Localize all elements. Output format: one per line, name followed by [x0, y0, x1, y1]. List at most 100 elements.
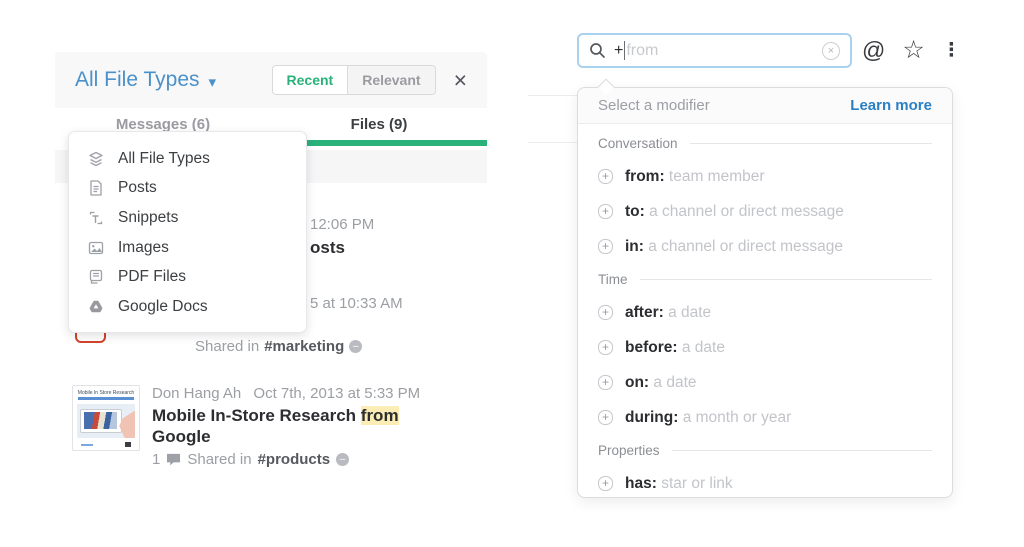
file-type-filter-label: All File Types: [75, 68, 200, 91]
section-label: Time: [598, 272, 628, 287]
unshare-icon[interactable]: –: [336, 453, 350, 466]
obscured-result-timestamp: 5 at 10:33 AM: [310, 295, 403, 312]
search-modifier-panel: Select a modifier Learn more Conversatio…: [577, 78, 953, 498]
modifier-panel-header: Select a modifier Learn more: [578, 88, 952, 124]
google-drive-icon: [89, 300, 103, 312]
snippet-icon: [89, 211, 103, 225]
result-author[interactable]: Don Hang Ah: [152, 385, 241, 402]
learn-more-link[interactable]: Learn more: [850, 97, 932, 114]
mentions-icon[interactable]: @: [862, 37, 885, 64]
menu-item-label: Images: [118, 238, 169, 256]
menu-item-pdf-files[interactable]: PDF Files: [69, 262, 306, 292]
comment-count: 1: [152, 451, 161, 468]
thumbnail-footer-mark: [125, 442, 131, 447]
obscured-result-timestamp: 12:06 PM: [310, 216, 375, 233]
results-header: All File Types ▾ Recent Relevant ×: [55, 52, 487, 108]
search-toolbar: @ ☆ ⋮: [862, 33, 962, 68]
search-typed-text: +: [614, 41, 624, 59]
section-properties: Properties: [598, 435, 932, 466]
menu-item-google-docs[interactable]: Google Docs: [69, 292, 306, 322]
page: All File Types ▾ Recent Relevant × Messa…: [0, 0, 1024, 547]
search-results-panel: All File Types ▾ Recent Relevant × Messa…: [55, 52, 487, 492]
modifier-item-has[interactable]: + has: star or link: [598, 466, 932, 501]
overflow-menu-icon[interactable]: ⋮: [942, 39, 961, 62]
modifier-keyword: to:: [625, 202, 645, 220]
file-type-filter-dropdown[interactable]: All File Types ▾: [75, 68, 216, 92]
modifier-description: a date: [681, 338, 725, 356]
thumbnail-tablet-shape: [80, 409, 122, 433]
shared-in-line: Shared in #marketing –: [195, 338, 363, 355]
section-label: Conversation: [598, 136, 678, 151]
clear-search-icon[interactable]: ×: [822, 41, 840, 60]
file-thumbnail[interactable]: Mobile In Store Research: [72, 385, 140, 451]
modifier-keyword: has:: [625, 474, 657, 492]
menu-item-label: PDF Files: [118, 268, 187, 286]
section-rule: [639, 279, 932, 280]
obscured-result-title-fragment: osts: [310, 238, 345, 257]
unshare-icon[interactable]: –: [349, 340, 363, 353]
sort-recent-button[interactable]: Recent: [272, 66, 348, 94]
close-icon[interactable]: ×: [450, 68, 471, 92]
search-suggestion-text: from: [626, 41, 659, 59]
result-title[interactable]: Mobile In-Store Research from Google: [152, 405, 434, 447]
modifier-description: a date: [653, 373, 697, 391]
modifier-item-before[interactable]: + before: a date: [598, 330, 932, 365]
channel-link[interactable]: #products: [258, 451, 331, 468]
modifier-item-in[interactable]: + in: a channel or direct message: [598, 229, 932, 264]
search-input[interactable]: + from ×: [577, 33, 852, 68]
add-modifier-icon: +: [598, 239, 613, 254]
modifier-keyword: after:: [625, 303, 664, 321]
menu-item-label: Snippets: [118, 208, 179, 226]
modifier-item-after[interactable]: + after: a date: [598, 295, 932, 330]
menu-item-snippets[interactable]: Snippets: [69, 203, 306, 233]
modifier-keyword: in:: [625, 237, 644, 255]
menu-item-images[interactable]: Images: [69, 233, 306, 263]
modifier-item-during[interactable]: + during: a month or year: [598, 400, 932, 435]
modifier-keyword: during:: [625, 408, 679, 426]
add-modifier-icon: +: [598, 169, 613, 184]
section-conversation: Conversation: [598, 128, 932, 159]
thumbnail-logo-line: [81, 444, 93, 446]
result-meta: Don Hang Ah Oct 7th, 2013 at 5:33 PM: [152, 385, 442, 402]
menu-item-posts[interactable]: Posts: [69, 174, 306, 204]
starred-items-icon[interactable]: ☆: [902, 38, 924, 63]
layers-icon: [89, 151, 103, 166]
file-result-row[interactable]: Mobile In Store Research Don Hang Ah Oct…: [72, 385, 472, 468]
result-title-highlight: from: [360, 406, 399, 425]
modifier-keyword: from:: [625, 167, 665, 185]
result-title-pre: Mobile In-Store Research: [152, 406, 361, 425]
modifier-item-on[interactable]: + on: a date: [598, 365, 932, 400]
file-type-menu: All File Types Posts Snippets Images PDF…: [68, 131, 307, 333]
thumbnail-screen-shape: [84, 412, 117, 429]
sort-toggle: Recent Relevant: [271, 65, 436, 95]
pdf-icon: [89, 270, 103, 284]
post-icon: [90, 180, 102, 197]
menu-item-label: All File Types: [118, 149, 210, 167]
menu-item-label: Posts: [118, 179, 157, 197]
modifier-description: star or link: [661, 474, 733, 492]
thumbnail-subtitle-line: [78, 397, 134, 400]
sort-relevant-button[interactable]: Relevant: [347, 66, 435, 94]
text-cursor: [624, 41, 626, 60]
modifier-description: a month or year: [682, 408, 792, 426]
modifier-item-to[interactable]: + to: a channel or direct message: [598, 194, 932, 229]
thumbnail-caption: Mobile In Store Research: [77, 390, 135, 396]
section-rule: [689, 143, 932, 144]
add-modifier-icon: +: [598, 375, 613, 390]
menu-item-label: Google Docs: [118, 297, 208, 315]
modifier-item-from[interactable]: + from: team member: [598, 159, 932, 194]
add-modifier-icon: +: [598, 305, 613, 320]
modifier-keyword: before:: [625, 338, 678, 356]
modifier-description: a channel or direct message: [649, 202, 844, 220]
channel-link[interactable]: #marketing: [264, 338, 344, 355]
result-timestamp: Oct 7th, 2013 at 5:33 PM: [253, 385, 421, 402]
add-modifier-icon: +: [598, 340, 613, 355]
result-content: Don Hang Ah Oct 7th, 2013 at 5:33 PM Mob…: [152, 385, 442, 468]
result-title-post: Google: [152, 427, 211, 446]
search-icon: [590, 43, 605, 58]
shared-in-label: Shared in: [195, 338, 260, 355]
section-rule: [671, 450, 932, 451]
modifier-description: a date: [668, 303, 712, 321]
modifier-list: Conversation + from: team member + to: a…: [578, 124, 952, 511]
menu-item-all-file-types[interactable]: All File Types: [69, 144, 306, 174]
